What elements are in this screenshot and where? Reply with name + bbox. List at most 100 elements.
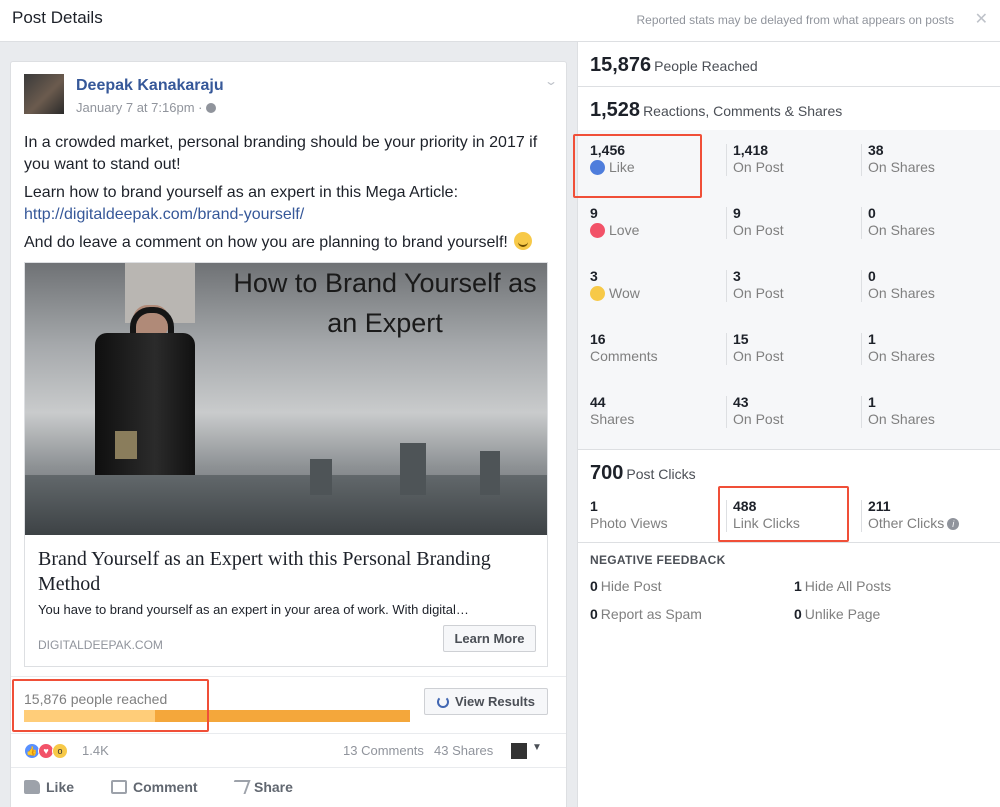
like-on-shares-value: 38 bbox=[868, 142, 884, 158]
modal-header: Post Details Reported stats may be delay… bbox=[0, 0, 1000, 42]
share-button[interactable]: Share bbox=[229, 779, 293, 795]
post-date-text: January 7 at 7:16pm · bbox=[76, 100, 203, 115]
wow-on-shares-value: 0 bbox=[868, 268, 876, 284]
like-icon bbox=[590, 160, 605, 175]
on-shares-label: On Shares bbox=[868, 222, 935, 238]
link-clicks-label: Link Clicks bbox=[733, 515, 800, 531]
learn-more-button[interactable]: Learn More bbox=[443, 625, 536, 652]
comment-button[interactable]: Comment bbox=[111, 779, 198, 795]
wow-on-post: 3 On Post bbox=[733, 268, 784, 301]
photo-views-label: Photo Views bbox=[590, 515, 668, 531]
photo-views-value: 1 bbox=[590, 498, 598, 514]
refresh-icon bbox=[437, 696, 449, 708]
view-results-label: View Results bbox=[455, 694, 535, 709]
post-text: In a crowded market, personal branding s… bbox=[24, 132, 554, 260]
briefcase-lock-shape bbox=[115, 431, 137, 459]
view-results-button[interactable]: View Results bbox=[424, 688, 548, 715]
preview-headline[interactable]: Brand Yourself as an Expert with this Pe… bbox=[38, 547, 518, 597]
like-total-label: Like bbox=[590, 159, 635, 175]
comments-on-shares-value: 1 bbox=[868, 331, 876, 347]
like-button[interactable]: Like bbox=[24, 779, 74, 795]
love-total: 9 Love bbox=[590, 205, 639, 238]
like-label: Like bbox=[46, 779, 75, 795]
love-total-label: Love bbox=[590, 222, 639, 238]
comments-on-shares: 1 On Shares bbox=[868, 331, 935, 364]
on-post-label: On Post bbox=[733, 159, 784, 175]
other-clicks-text: Other Clicks bbox=[868, 515, 945, 531]
comments-count[interactable]: 13 Comments bbox=[343, 743, 424, 758]
divider bbox=[861, 500, 862, 532]
reach-bar bbox=[24, 710, 410, 722]
stat-row-shares: 44 Shares 43 On Post 1 On Shares bbox=[578, 382, 1000, 445]
hide-all-posts-stat: 1 Hide All Posts bbox=[794, 578, 891, 594]
shares-on-shares: 1 On Shares bbox=[868, 394, 935, 427]
love-on-post: 9 On Post bbox=[733, 205, 784, 238]
stats-panel: 15,876 People Reached 1,528 Reactions, Com… bbox=[573, 42, 1000, 807]
page-avatar[interactable] bbox=[511, 743, 527, 759]
love-icon bbox=[590, 223, 605, 238]
stat-row-love: 9 Love 9 On Post 0 On Shares bbox=[578, 193, 1000, 256]
wow-total-value: 3 bbox=[590, 268, 598, 284]
like-total: 1,456 Like bbox=[590, 142, 635, 175]
post-paragraph: Learn how to brand yourself as an expert… bbox=[24, 182, 554, 226]
reaction-count[interactable]: 1.4K bbox=[82, 743, 109, 758]
share-label: Share bbox=[254, 779, 293, 795]
engagement-value: 1,528 bbox=[590, 99, 641, 121]
divider bbox=[861, 270, 862, 302]
shares-label: Shares bbox=[590, 411, 635, 427]
reach-section: 15,876 people reached View Results bbox=[11, 676, 566, 732]
post-clicks-label: Post Clicks bbox=[626, 466, 696, 482]
stat-row-comments: 16 Comments 15 On Post 1 On Shares bbox=[578, 319, 1000, 382]
report-spam-value: 0 bbox=[590, 606, 598, 622]
love-on-post-value: 9 bbox=[733, 205, 741, 221]
actions-row: Like Comment Share bbox=[11, 767, 566, 807]
hide-all-posts-value: 1 bbox=[794, 578, 802, 594]
reach-bar-fill bbox=[24, 710, 156, 722]
link-clicks: 488 Link Clicks bbox=[733, 498, 800, 531]
caret-down-icon[interactable]: ▼ bbox=[532, 742, 542, 753]
stat-row-wow: 3 Wow 3 On Post 0 On Shares bbox=[578, 256, 1000, 319]
hide-post-value: 0 bbox=[590, 578, 598, 594]
link-preview[interactable]: How to Brand Yourself as an Expert Brand… bbox=[24, 262, 548, 667]
divider bbox=[726, 207, 727, 239]
post-clicks: 700 Post Clicks bbox=[590, 462, 696, 485]
divider bbox=[861, 144, 862, 176]
chevron-down-icon[interactable]: ⌄ bbox=[544, 74, 558, 88]
divider bbox=[726, 270, 727, 302]
reach-label: 15,876 people reached bbox=[24, 691, 168, 707]
other-clicks-label: Other Clicks i bbox=[868, 515, 960, 531]
love-on-shares-value: 0 bbox=[868, 205, 876, 221]
city-skyline bbox=[25, 475, 547, 535]
clicks-row: 1 Photo Views 488 Link Clicks 211 Other Cli… bbox=[578, 486, 1000, 549]
post-link[interactable]: http://digitaldeepak.com/brand-yourself/ bbox=[24, 206, 304, 223]
divider bbox=[861, 207, 862, 239]
on-post-label: On Post bbox=[733, 222, 784, 238]
divider bbox=[578, 542, 1000, 543]
share-arrow-icon bbox=[229, 780, 251, 794]
reactions-row: 👍 ♥ o 1.4K 13 Comments 43 Shares ▼ bbox=[11, 733, 566, 766]
author-name[interactable]: Deepak Kanakaraju bbox=[76, 77, 224, 95]
divider bbox=[726, 396, 727, 428]
like-label-text: Like bbox=[609, 159, 635, 175]
like-total-value: 1,456 bbox=[590, 142, 626, 158]
shares-count[interactable]: 43 Shares bbox=[434, 743, 493, 758]
comment-label: Comment bbox=[133, 779, 198, 795]
author-avatar[interactable] bbox=[24, 74, 64, 114]
comments-total-value: 16 bbox=[590, 331, 606, 347]
engagement-total: 1,528 Reactions, Comments & Shares bbox=[590, 99, 842, 122]
wow-on-shares: 0 On Shares bbox=[868, 268, 935, 301]
on-post-label: On Post bbox=[733, 348, 784, 364]
preview-image[interactable]: How to Brand Yourself as an Expert bbox=[25, 263, 547, 535]
close-icon[interactable]: ✕ bbox=[975, 9, 988, 29]
wow-total-label: Wow bbox=[590, 285, 640, 301]
post-date[interactable]: January 7 at 7:16pm · bbox=[76, 100, 217, 115]
negative-feedback-title: NEGATIVE FEEDBACK bbox=[590, 553, 726, 567]
comments-on-post: 15 On Post bbox=[733, 331, 784, 364]
report-spam-stat: 0 Report as Spam bbox=[590, 606, 702, 622]
love-total-value: 9 bbox=[590, 205, 598, 221]
on-shares-label: On Shares bbox=[868, 348, 935, 364]
wow-reaction-icon[interactable]: o bbox=[52, 743, 68, 759]
people-reached-value: 15,876 bbox=[590, 54, 652, 76]
divider bbox=[726, 500, 727, 532]
info-icon[interactable]: i bbox=[947, 518, 960, 530]
